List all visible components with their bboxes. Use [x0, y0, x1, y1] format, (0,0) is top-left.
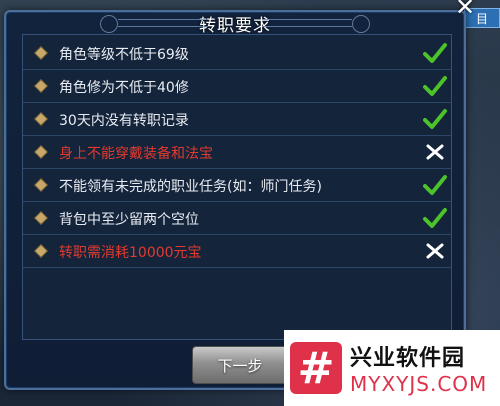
- requirement-row: 30天内没有转职记录: [23, 103, 451, 136]
- watermark-logo: #: [290, 342, 342, 394]
- diamond-bullet-icon: [35, 212, 47, 224]
- requirement-row: 转职需消耗10000元宝: [23, 235, 451, 268]
- requirement-row: 角色等级不低于69级: [23, 37, 451, 70]
- watermark-url: MYXYJS.COM: [350, 372, 488, 396]
- close-icon[interactable]: ✕: [452, 0, 478, 19]
- diamond-bullet-icon: [35, 47, 47, 59]
- check-icon: [423, 76, 447, 96]
- requirement-row: 身上不能穿戴装备和法宝: [23, 136, 451, 169]
- title-ornament-right: [262, 15, 370, 33]
- title-ornament-left: [100, 15, 208, 33]
- requirement-label: 背包中至少留两个空位: [59, 212, 199, 228]
- requirement-label: 角色修为不低于40修: [59, 80, 189, 96]
- requirement-label: 不能领有未完成的职业任务(如：师门任务): [59, 179, 322, 195]
- next-step-button[interactable]: 下一步: [192, 346, 288, 384]
- diamond-bullet-icon: [35, 80, 47, 92]
- cross-icon: [426, 144, 444, 160]
- requirements-list: 角色等级不低于69级 角色修为不低于40修 30天内没有转职记录身上不能穿戴装备和法…: [22, 34, 452, 340]
- requirement-label: 转职需消耗10000元宝: [59, 245, 202, 261]
- requirement-label: 角色等级不低于69级: [59, 47, 189, 63]
- requirement-label: 身上不能穿戴装备和法宝: [59, 146, 213, 162]
- watermark-site-name: 兴业软件园: [350, 346, 466, 371]
- diamond-bullet-icon: [35, 146, 47, 158]
- cross-icon: [426, 243, 444, 259]
- check-icon: [423, 43, 447, 63]
- check-icon: [423, 175, 447, 195]
- requirement-row: 不能领有未完成的职业任务(如：师门任务): [23, 169, 451, 202]
- check-icon: [423, 208, 447, 228]
- diamond-bullet-icon: [35, 245, 47, 257]
- requirement-row: 背包中至少留两个空位: [23, 202, 451, 235]
- dialog-title-bar: 转职要求: [6, 12, 464, 36]
- requirement-row: 角色修为不低于40修: [23, 70, 451, 103]
- requirement-label: 30天内没有转职记录: [59, 113, 189, 129]
- dialog-title: 转职要求: [199, 15, 271, 36]
- check-icon: [423, 109, 447, 129]
- diamond-bullet-icon: [35, 113, 47, 125]
- diamond-bullet-icon: [35, 179, 47, 191]
- site-watermark: # 兴业软件园 MYXYJS.COM: [284, 330, 500, 406]
